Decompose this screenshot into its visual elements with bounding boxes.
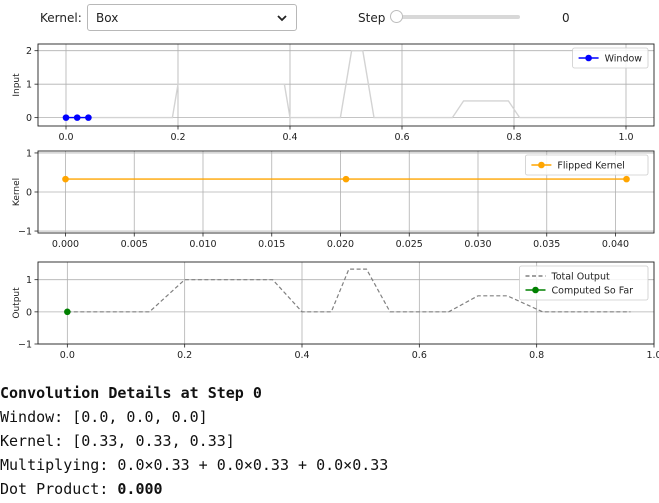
- y-tick-label: −1: [18, 340, 32, 351]
- kernel-dropdown-value: Box: [96, 11, 119, 25]
- data-point: [62, 114, 70, 121]
- data-point: [64, 308, 71, 316]
- details-heading: Convolution Details at Step 0: [0, 384, 262, 402]
- x-tick-label: 0.8: [506, 132, 521, 143]
- legend-swatch-marker: [538, 161, 545, 169]
- y-axis-label: Output: [12, 287, 22, 319]
- x-tick-label: 0.8: [529, 350, 544, 361]
- convolution-details: Convolution Details at Step 0 Window: [0…: [0, 381, 659, 501]
- step-value: 0: [562, 11, 570, 25]
- legend: Flipped Kernel: [525, 154, 649, 176]
- x-tick-label: 1.0: [618, 132, 633, 143]
- x-tick-label: 0.035: [533, 239, 560, 250]
- dot-product-label: Dot Product:: [0, 480, 118, 498]
- x-tick-label: 0.4: [282, 132, 297, 143]
- step-slider[interactable]: [390, 9, 522, 27]
- x-tick-label: 0.4: [294, 350, 309, 361]
- x-tick-label: 0.6: [412, 350, 427, 361]
- y-tick-label: 0: [26, 188, 32, 199]
- data-point: [62, 175, 69, 183]
- y-axis-label: Input: [12, 73, 22, 97]
- x-tick-label: 0.0: [58, 132, 73, 143]
- x-tick-label: 0.6: [394, 132, 409, 143]
- x-tick-label: 0.030: [464, 239, 491, 250]
- chevron-down-icon: [277, 15, 287, 22]
- x-tick-label: 0.000: [52, 239, 79, 250]
- legend-swatch-marker: [585, 54, 592, 62]
- legend-entry-label: Computed So Far: [552, 286, 634, 297]
- details-kernel: Kernel: [0.33, 0.33, 0.33]: [0, 432, 235, 450]
- x-tick-label: 0.010: [189, 239, 216, 250]
- kernel-dropdown[interactable]: Box: [87, 4, 297, 31]
- convolution-plots: 0.0 0.2 0.4 0.6 0.8 1.0012InputWindow0.000 0.0…: [12, 43, 659, 361]
- data-point: [85, 114, 92, 121]
- x-tick-label: 0.020: [327, 239, 354, 250]
- x-tick-label: 0.2: [170, 132, 185, 143]
- legend: Total Output Computed So Far: [519, 265, 649, 301]
- data-point: [73, 114, 81, 121]
- dot-product-value: 0.000: [117, 480, 163, 498]
- step-slider-track[interactable]: [396, 15, 520, 19]
- x-tick-label: 1.0: [646, 350, 659, 361]
- legend-entry-label: Total Output: [551, 272, 610, 283]
- y-tick-label: 0: [26, 113, 32, 124]
- plot-1: 0.0 0.2 0.4 0.6 0.8 1.0 0 1 2 Input Window: [12, 43, 655, 143]
- legend-entry-label: Flipped Kernel: [557, 161, 625, 172]
- y-tick-label: 1: [26, 148, 32, 159]
- y-tick-label: 1: [26, 275, 32, 286]
- y-tick-label: 2: [26, 46, 32, 57]
- controls-bar: Kernel: Box Step 0: [0, 0, 659, 38]
- details-window: Window: [0.0, 0.0, 0.0]: [0, 408, 208, 426]
- legend: Window: [572, 47, 649, 69]
- x-tick-label: 0.015: [258, 239, 285, 250]
- kernel-label: Kernel:: [40, 11, 82, 25]
- step-label: Step: [358, 11, 386, 25]
- legend-swatch-marker: [532, 286, 539, 294]
- y-tick-label: 1: [26, 80, 32, 91]
- data-point: [623, 175, 630, 183]
- details-multiplying: Multiplying: 0.0×0.33 + 0.0×0.33 + 0.0×0…: [0, 456, 389, 474]
- y-tick-label: 0: [26, 307, 32, 318]
- plot-3: 0.0 0.2 0.4 0.6 0.8 1.0 −1 0 1 Output Total Output…: [12, 261, 659, 361]
- step-slider-thumb[interactable]: [390, 10, 403, 23]
- y-tick-label: −1: [18, 227, 32, 238]
- data-point: [342, 175, 350, 183]
- x-tick-label: 0.005: [121, 239, 148, 250]
- x-tick-label: 0.025: [396, 239, 423, 250]
- x-tick-label: 0.2: [177, 350, 192, 361]
- details-dot-product: Dot Product: 0.000: [0, 477, 659, 501]
- plot-2: 0.000 0.005 0.010 0.015 0.020 0.025 0.030 0.035…: [12, 148, 655, 250]
- x-tick-label: 0.0: [60, 350, 75, 361]
- x-tick-label: 0.040: [602, 239, 629, 250]
- legend-entry-label: Window: [605, 54, 643, 65]
- y-axis-label: Kernel: [12, 178, 22, 206]
